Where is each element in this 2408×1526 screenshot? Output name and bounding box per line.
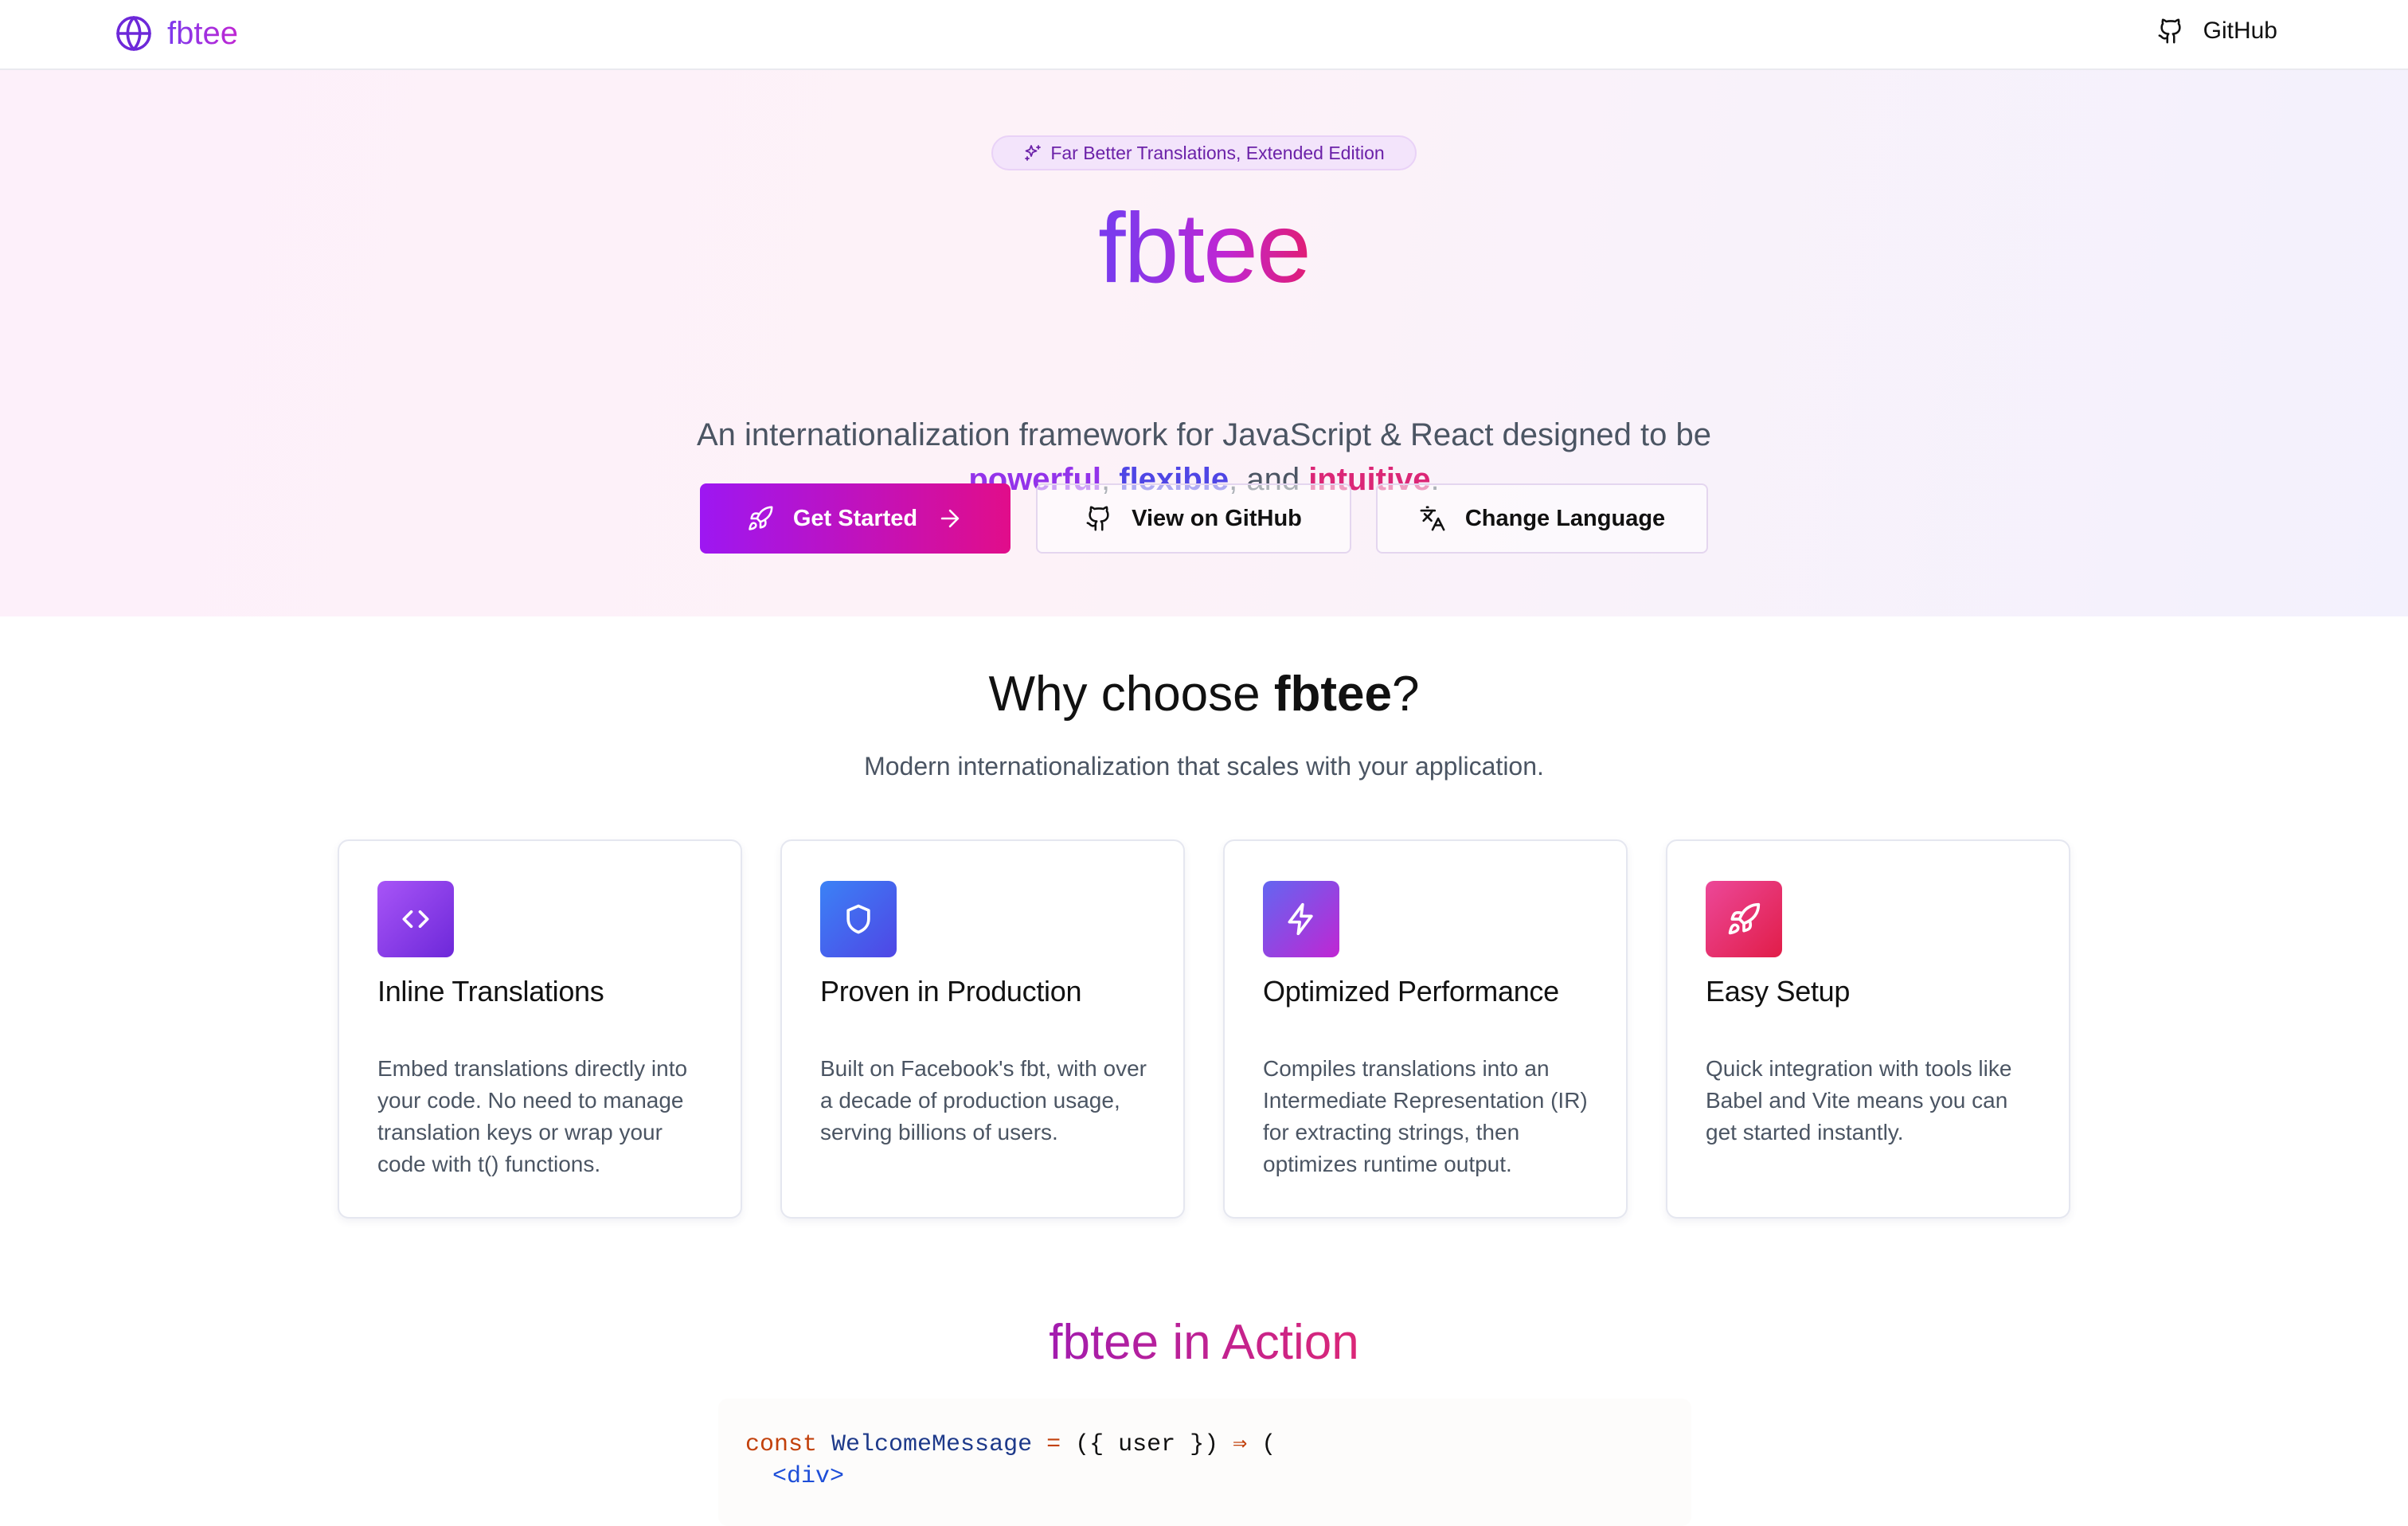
change-language-label: Change Language bbox=[1464, 505, 1666, 531]
logo-text: fbtee bbox=[167, 15, 238, 51]
sparkles-icon bbox=[1025, 145, 1042, 161]
code-icon bbox=[377, 881, 454, 957]
features-title-prefix: Why choose bbox=[988, 667, 1261, 722]
hero-badge-text: Far Better Translations, Extended Editio… bbox=[1050, 142, 1385, 163]
shield-icon bbox=[820, 881, 897, 957]
features-title-suffix: ? bbox=[1392, 667, 1420, 722]
code-keyword: const bbox=[745, 1431, 818, 1458]
top-nav: fbtee GitHub bbox=[0, 0, 2408, 70]
code-arrow: ⇒ bbox=[1233, 1431, 1248, 1458]
feature-card: Easy Setup Quick integration with tools … bbox=[1666, 839, 2070, 1219]
hero-title: fbtee bbox=[0, 199, 2408, 298]
feature-title: Inline Translations bbox=[377, 975, 604, 1008]
action-title-text: fbtee in Action bbox=[1049, 1315, 1359, 1370]
feature-description: Quick integration with tools like Babel … bbox=[1706, 1056, 2012, 1144]
arrow-right-icon bbox=[940, 509, 960, 528]
feature-card: Inline Translations Embed translations d… bbox=[338, 839, 742, 1219]
view-on-github-button[interactable]: View on GitHub bbox=[1036, 483, 1351, 554]
get-started-label: Get Started bbox=[792, 505, 918, 531]
feature-title: Easy Setup bbox=[1706, 975, 1851, 1008]
translate-icon bbox=[1420, 506, 1445, 531]
change-language-button[interactable]: Change Language bbox=[1376, 483, 1708, 554]
features-title-brand: fbtee bbox=[1273, 667, 1393, 722]
hero-badge: Far Better Translations, Extended Editio… bbox=[991, 135, 1417, 170]
feature-card: Proven in Production Built on Facebook's… bbox=[780, 839, 1185, 1219]
get-started-button[interactable]: Get Started bbox=[700, 483, 1010, 554]
feature-card: Optimized Performance Compiles translati… bbox=[1223, 839, 1628, 1219]
github-icon bbox=[2158, 18, 2181, 44]
code-line-2: <div> bbox=[772, 1461, 844, 1493]
code-line-1: const WelcomeMessage = ({ user }) ⇒ ( bbox=[745, 1429, 1276, 1461]
logo-link[interactable]: fbtee bbox=[115, 14, 238, 53]
lightning-icon bbox=[1263, 881, 1339, 957]
nav-github-link[interactable]: GitHub bbox=[2157, 18, 2277, 45]
features-subtitle: Modern internationalization that scales … bbox=[864, 752, 1544, 781]
code-tag: <div> bbox=[772, 1463, 845, 1490]
feature-title: Optimized Performance bbox=[1263, 975, 1559, 1008]
feature-description: Embed translations directly into your co… bbox=[377, 1056, 688, 1176]
github-icon bbox=[1086, 506, 1109, 531]
hero-title-text: fbtee bbox=[1098, 194, 1312, 303]
code-paren: ( bbox=[1261, 1431, 1276, 1458]
rocket-icon bbox=[1706, 881, 1782, 957]
code-example: const WelcomeMessage = ({ user }) ⇒ ( <d… bbox=[718, 1399, 1691, 1526]
feature-description: Compiles translations into an Intermedia… bbox=[1263, 1056, 1588, 1176]
view-on-github-label: View on GitHub bbox=[1132, 505, 1302, 531]
code-args: ({ user }) bbox=[1075, 1431, 1219, 1458]
rocket-icon bbox=[749, 506, 773, 530]
feature-title: Proven in Production bbox=[820, 975, 1082, 1008]
hero-subtitle-line1: An internationalization framework for Ja… bbox=[696, 417, 1711, 452]
nav-github-label: GitHub bbox=[2203, 18, 2277, 44]
globe-icon bbox=[116, 16, 151, 51]
hero-section: Far Better Translations, Extended Editio… bbox=[0, 70, 2408, 616]
action-title: fbtee in Action bbox=[0, 1314, 2408, 1371]
features-title: Why choose fbtee? bbox=[0, 666, 2408, 722]
code-operator: = bbox=[1046, 1431, 1061, 1458]
code-identifier: WelcomeMessage bbox=[831, 1431, 1033, 1458]
feature-description: Built on Facebook's fbt, with over a dec… bbox=[820, 1056, 1147, 1144]
